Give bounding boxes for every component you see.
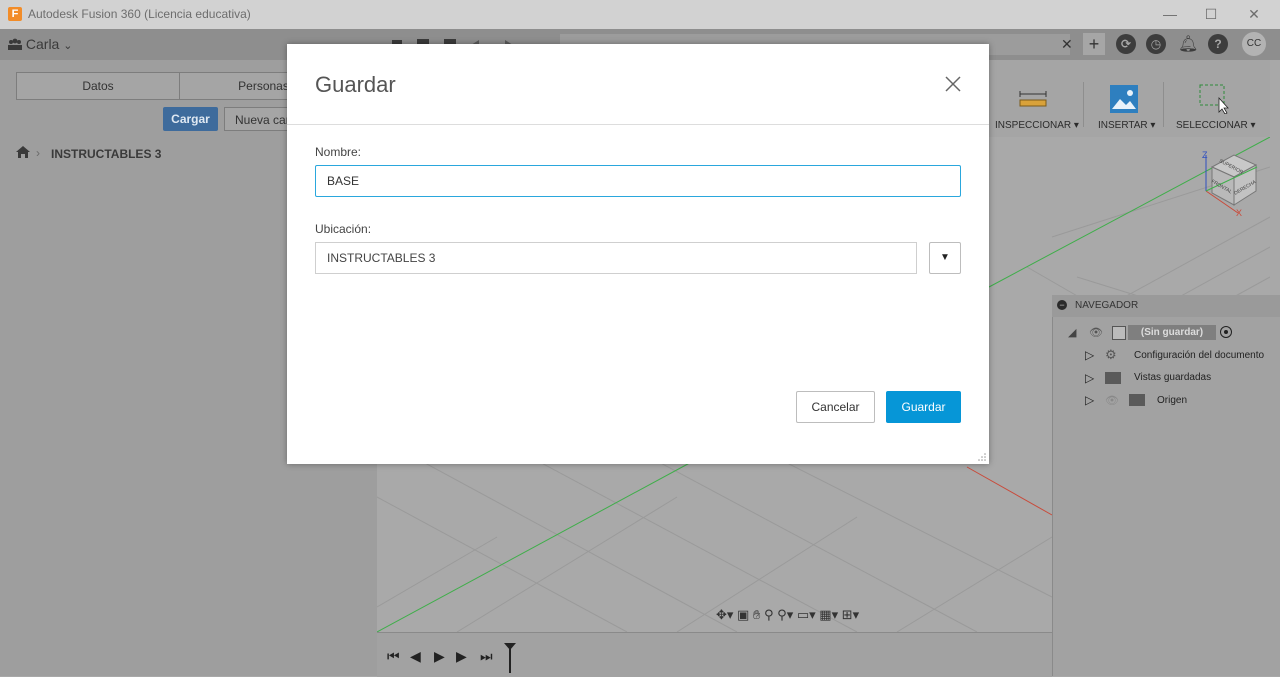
home-icon[interactable] <box>16 146 30 161</box>
chevron-down-icon: ⌄ <box>63 40 73 52</box>
upload-button[interactable]: Cargar <box>163 107 218 131</box>
avatar[interactable]: CC <box>1242 32 1266 56</box>
component-icon <box>1112 326 1126 340</box>
viewports-icon[interactable]: ⊞▾ <box>842 607 859 622</box>
title-bar: F Autodesk Fusion 360 (Licencia educativ… <box>0 0 1280 29</box>
timeline-marker-icon[interactable] <box>503 642 517 674</box>
user-name: Carla <box>25 36 60 52</box>
expand-root-icon[interactable]: ◢ <box>1068 326 1076 339</box>
axis-x-label: X <box>1236 208 1243 218</box>
close-tab-icon[interactable]: ✕ <box>1061 36 1073 53</box>
measure-icon[interactable] <box>1019 90 1047 108</box>
app-logo-icon: F <box>8 7 22 21</box>
expand-caret-icon[interactable]: ▷ <box>1085 348 1094 362</box>
name-label: Nombre: <box>315 145 362 159</box>
timeline-next-icon[interactable]: ▶ <box>456 648 467 665</box>
folder-icon <box>1129 394 1145 406</box>
window-title: Autodesk Fusion 360 (Licencia educativa) <box>28 7 251 21</box>
chevron-right-icon: › <box>36 146 40 160</box>
maximize-button[interactable]: ☐ <box>1201 4 1221 24</box>
browser-root-label[interactable]: (Sin guardar) <box>1128 325 1216 340</box>
browser-item-saved-views[interactable]: Vistas guardadas <box>1134 372 1211 383</box>
ribbon-divider <box>1163 82 1164 127</box>
expand-caret-icon[interactable]: ▷ <box>1085 393 1094 407</box>
caret-down-icon: ▼ <box>940 252 950 263</box>
insert-menu[interactable]: INSERTAR ▾ <box>1098 120 1155 131</box>
help-icon[interactable]: ? <box>1208 34 1228 54</box>
location-dropdown-button[interactable]: ▼ <box>929 242 961 274</box>
extensions-icon[interactable]: ⟳ <box>1116 34 1136 54</box>
dialog-title: Guardar <box>315 72 396 97</box>
new-folder-button[interactable]: Nueva car <box>224 107 294 131</box>
location-field[interactable]: INSTRUCTABLES 3 <box>315 242 917 274</box>
name-input[interactable] <box>315 165 961 197</box>
timeline-play-icon[interactable]: ▶ <box>434 648 445 665</box>
insert-image-icon[interactable] <box>1110 85 1138 113</box>
activate-radio-icon[interactable] <box>1220 326 1232 338</box>
display-settings-icon[interactable]: ▭▾ <box>797 607 816 622</box>
folder-icon <box>1105 372 1121 384</box>
ribbon-divider <box>1083 82 1084 127</box>
new-tab-button[interactable]: + <box>1083 33 1105 55</box>
collapse-browser-icon[interactable]: − <box>1057 300 1067 310</box>
save-button[interactable]: Guardar <box>886 391 961 423</box>
navigation-bar: ✥▾ ▣ ✋︎ ⚲ ⚲▾ ▭▾ ▦▾ ⊞▾ <box>716 607 859 629</box>
team-icon <box>8 38 22 50</box>
job-status-icon[interactable]: ◷ <box>1146 34 1166 54</box>
timeline <box>377 632 1052 677</box>
timeline-end-icon[interactable]: ⏭ <box>480 648 493 665</box>
dialog-divider <box>287 124 989 125</box>
resize-grip-icon[interactable] <box>977 452 987 462</box>
tab-datos[interactable]: Datos <box>17 73 180 99</box>
select-menu[interactable]: SELECCIONAR ▾ <box>1176 120 1255 131</box>
expand-caret-icon[interactable]: ▷ <box>1085 371 1094 385</box>
browser-item-settings[interactable]: Configuración del documento <box>1134 350 1264 361</box>
close-icon[interactable] <box>943 74 963 94</box>
close-window-button[interactable]: ✕ <box>1244 4 1264 24</box>
team-switcher[interactable]: Carla ⌄ <box>8 36 72 52</box>
minimize-button[interactable]: — <box>1160 4 1180 24</box>
orbit-icon[interactable]: ✥▾ <box>716 607 733 622</box>
fit-icon[interactable]: ⚲▾ <box>777 607 793 622</box>
hidden-eye-icon[interactable]: 👁︎ <box>1105 394 1119 407</box>
look-at-icon[interactable]: ▣ <box>737 607 749 622</box>
save-dialog: Guardar Nombre: Ubicación: INSTRUCTABLES… <box>287 44 989 464</box>
browser-title: NAVEGADOR <box>1075 300 1139 311</box>
timeline-prev-icon[interactable]: ◀ <box>410 648 421 665</box>
breadcrumb-project[interactable]: INSTRUCTABLES 3 <box>51 147 161 161</box>
grid-settings-icon[interactable]: ▦▾ <box>819 607 838 622</box>
axis-z-label: Z <box>1202 150 1208 160</box>
select-window-icon[interactable] <box>1199 84 1229 114</box>
notifications-bell-icon[interactable]: 🔔︎ <box>1178 34 1198 54</box>
visibility-eye-icon[interactable]: 👁︎ <box>1089 326 1103 339</box>
browser-item-origin[interactable]: Origen <box>1157 395 1187 406</box>
inspect-menu[interactable]: INSPECCIONAR ▾ <box>995 120 1079 131</box>
zoom-icon[interactable]: ⚲ <box>764 607 774 622</box>
settings-gear-icon: ⚙ <box>1105 347 1117 362</box>
location-label: Ubicación: <box>315 222 372 236</box>
cancel-button[interactable]: Cancelar <box>796 391 875 423</box>
timeline-start-icon[interactable]: ⏮ <box>387 648 400 665</box>
pan-icon[interactable]: ✋︎ <box>753 607 760 622</box>
